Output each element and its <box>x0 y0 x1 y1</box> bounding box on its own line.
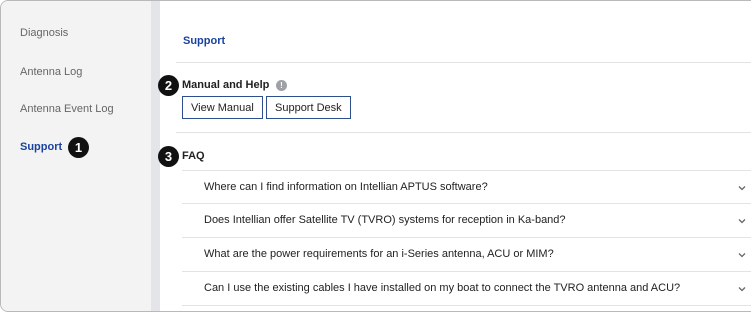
sidebar-item-antenna-event-log[interactable]: Antenna Event Log <box>20 103 114 115</box>
faq-item[interactable]: Can I use the existing cables I have ins… <box>182 272 751 306</box>
page-title: Support <box>183 35 226 47</box>
section-divider <box>176 132 751 133</box>
app-window: Diagnosis Antenna Log Antenna Event Log … <box>0 0 751 312</box>
sidebar-item-diagnosis[interactable]: Diagnosis <box>20 27 68 39</box>
title-divider <box>176 62 751 63</box>
chevron-down-icon[interactable] <box>738 184 746 192</box>
faq-question: Can I use the existing cables I have ins… <box>204 282 681 294</box>
sidebar-item-support[interactable]: Support <box>20 141 62 153</box>
chevron-down-icon[interactable] <box>738 217 746 225</box>
faq-question: What are the power requirements for an i… <box>204 248 554 260</box>
main-content: Support 2 Manual and Help ! View Manual … <box>158 1 751 311</box>
faq-question: Does Intellian offer Satellite TV (TVRO)… <box>204 214 566 226</box>
faq-item[interactable]: Where can I find information on Intellia… <box>182 170 751 204</box>
faq-item[interactable]: Does Intellian offer Satellite TV (TVRO)… <box>182 204 751 238</box>
sidebar: Diagnosis Antenna Log Antenna Event Log … <box>1 1 151 311</box>
view-manual-button[interactable]: View Manual <box>182 96 263 119</box>
faq-item[interactable]: What are the power requirements for an i… <box>182 238 751 272</box>
callout-badge-2: 2 <box>158 75 179 96</box>
chevron-down-icon[interactable] <box>738 285 746 293</box>
info-icon[interactable]: ! <box>276 80 287 91</box>
chevron-down-icon[interactable] <box>738 251 746 259</box>
faq-question: Where can I find information on Intellia… <box>204 181 488 193</box>
sidebar-item-antenna-log[interactable]: Antenna Log <box>20 66 82 78</box>
support-desk-button[interactable]: Support Desk <box>266 96 351 119</box>
callout-badge-1: 1 <box>68 137 89 158</box>
manual-help-heading: Manual and Help <box>182 79 270 91</box>
faq-heading: FAQ <box>182 150 205 162</box>
callout-badge-3: 3 <box>158 146 179 167</box>
